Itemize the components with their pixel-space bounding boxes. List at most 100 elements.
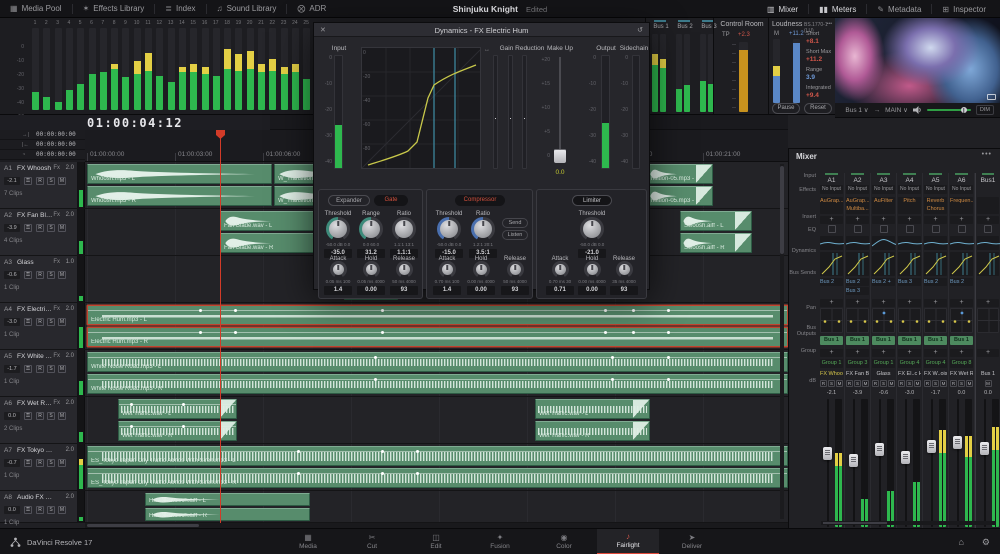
strip-add-send-button[interactable]: +: [872, 299, 895, 307]
track-lock-icon[interactable]: ⚿: [24, 459, 32, 467]
strip-add-effect-button[interactable]: +: [872, 216, 895, 224]
audio-clip[interactable]: Electric Hum.mp3 - R: [87, 327, 788, 347]
audio-clip[interactable]: Electric Hum.mp3 - L: [87, 305, 788, 325]
loudness-options-icon[interactable]: •••: [827, 21, 832, 27]
strip-bus-sends[interactable]: [977, 278, 999, 296]
track-solo-button[interactable]: S: [47, 412, 55, 420]
strip-insert-toggle[interactable]: [924, 225, 947, 234]
strip-fader-handle[interactable]: [953, 436, 962, 449]
strip-add-output-button[interactable]: +: [872, 349, 895, 357]
audio-clip[interactable]: White Noise Road.mp3 - R: [87, 374, 788, 394]
track-header-a2[interactable]: A2FX Fan BladeFx2.0-3.9⚿RSM4 Clips: [0, 209, 78, 255]
monitor-volume-slider[interactable]: [927, 109, 971, 111]
strip-record-button[interactable]: R: [950, 380, 957, 387]
strip-pan-control[interactable]: [950, 308, 973, 333]
automation-point[interactable]: [381, 472, 384, 475]
track-mute-button[interactable]: M: [58, 271, 66, 279]
reset-icon[interactable]: ↺: [637, 26, 643, 34]
strip-pan-control[interactable]: [898, 308, 921, 333]
panel-toggle-mixer[interactable]: ▥Mixer: [757, 0, 808, 18]
strip-eq-thumbnail[interactable]: [846, 236, 869, 250]
track-header-a5[interactable]: A5FX White NoiseFx2.0-1.7⚿RSM1 Clip: [0, 350, 78, 396]
track-header-a4[interactable]: A4FX Electric HumFx2.0-3.0⚿RSM1 Clip: [0, 303, 78, 349]
strip-dynamics-thumbnail[interactable]: [950, 252, 973, 276]
strip-mute-button[interactable]: M: [888, 380, 895, 387]
strip-dynamics-thumbnail[interactable]: [846, 252, 869, 276]
gate-tab[interactable]: Gate: [374, 195, 408, 206]
strip-bus-output[interactable]: Bus 1: [872, 336, 895, 345]
strip-effects[interactable]: [977, 197, 999, 214]
strip-insert-toggle[interactable]: [872, 225, 895, 234]
toolbar-button-adr[interactable]: ⨂ADR: [287, 0, 336, 18]
track-mute-button[interactable]: M: [58, 412, 66, 420]
strip-bus-sends[interactable]: Bus 2 +: [872, 278, 895, 296]
gate-hold-knob[interactable]: [366, 264, 377, 275]
strip-pan-control[interactable]: [872, 308, 895, 333]
automation-point[interactable]: [416, 472, 419, 475]
strip-eq-thumbnail[interactable]: [898, 236, 921, 250]
fade-out-handle[interactable]: [220, 400, 236, 418]
automation-point[interactable]: [667, 331, 670, 334]
strip-insert-toggle[interactable]: [898, 225, 921, 234]
strip-bus-sends[interactable]: Bus 2Bus 3: [846, 278, 869, 296]
strip-bus-output[interactable]: Bus 1: [820, 336, 843, 345]
limiter-release-knob[interactable]: [619, 264, 630, 275]
strip-add-send-button[interactable]: +: [924, 299, 947, 307]
strip-input[interactable]: No Input: [820, 185, 843, 194]
automation-point[interactable]: [374, 378, 377, 381]
strip-add-effect-button[interactable]: +: [950, 216, 973, 224]
track-solo-button[interactable]: S: [47, 224, 55, 232]
gate-hold-value[interactable]: 0.00: [357, 286, 385, 295]
strip-add-effect-button[interactable]: +: [846, 216, 869, 224]
strip-dynamics-thumbnail[interactable]: [898, 252, 921, 276]
strip-pan-control[interactable]: [924, 308, 947, 333]
expand-viewer-icon[interactable]: [987, 94, 996, 100]
limiter-hold-knob[interactable]: [587, 264, 598, 275]
strip-add-send-button[interactable]: +: [820, 299, 843, 307]
strip-add-send-button[interactable]: +: [977, 299, 999, 307]
track-record-button[interactable]: R: [36, 459, 44, 467]
strip-group[interactable]: Group 8: [950, 359, 973, 368]
mixer-strip-a4[interactable]: A4No InputPitch+Bus 3+ Bus 1+Group 4FX E…: [897, 173, 923, 528]
strip-solo-button[interactable]: S: [854, 380, 861, 387]
track-lock-icon[interactable]: ⚿: [24, 412, 32, 420]
panel-toggle-inspector[interactable]: ⊞Inspector: [932, 0, 996, 18]
audio-clip[interactable]: White Noise Road.mp3 - L: [87, 352, 788, 372]
strip-add-send-button[interactable]: +: [846, 299, 869, 307]
strip-eq-thumbnail[interactable]: [872, 236, 895, 250]
audio-clip[interactable]: Swoosh.aiff - R: [680, 233, 752, 253]
limiter-hold-value[interactable]: 0.00: [578, 286, 606, 295]
strip-solo-button[interactable]: S: [880, 380, 887, 387]
limiter-attack-value[interactable]: 0.71: [546, 286, 574, 295]
monitor-bus-select[interactable]: Bus 1 ∨: [845, 106, 868, 114]
gate-attack-value[interactable]: 1.4: [324, 286, 352, 295]
track-mute-button[interactable]: M: [58, 177, 66, 185]
strip-bus-output[interactable]: Bus 1: [950, 336, 973, 345]
track-mute-button[interactable]: M: [58, 506, 66, 514]
dynamics-dialog-titlebar[interactable]: ✕ Dynamics - FX Electric Hum ↺: [314, 23, 649, 37]
strip-eq-thumbnail[interactable]: [977, 236, 999, 250]
gate-release-value[interactable]: 93: [390, 286, 418, 295]
listen-button[interactable]: Listen: [502, 230, 528, 240]
strip-mute-button[interactable]: M: [836, 380, 843, 387]
mixer-strip-a1[interactable]: A1No InputAuGrap...+Bus 2+ Bus 1+Group 1…: [819, 173, 845, 528]
limiter-release-value[interactable]: 93: [610, 286, 638, 295]
gate-attack-knob[interactable]: [333, 264, 344, 275]
track-mute-button[interactable]: M: [58, 318, 66, 326]
track-header-a8[interactable]: A8Audio FX Hawk Sc..2.00.0⚿RSM1 Clip: [0, 491, 78, 522]
strip-bus-sends[interactable]: Bus 2: [820, 278, 843, 296]
strip-record-button[interactable]: R: [872, 380, 879, 387]
compressor-hold-knob[interactable]: [476, 264, 487, 275]
fade-out-handle[interactable]: [633, 400, 649, 418]
compressor-attack-knob[interactable]: [442, 264, 453, 275]
strip-effects[interactable]: AuGrap...Multiba...: [846, 197, 869, 214]
strip-add-output-button[interactable]: +: [898, 349, 921, 357]
track-header-a7[interactable]: A7FX Tokyo Street2.0-0.7⚿RSM1 Clip: [0, 444, 78, 490]
timecode-field[interactable]: →|00:00:00:00: [0, 130, 85, 140]
limiter-attack-knob[interactable]: [555, 264, 566, 275]
strip-add-output-button[interactable]: +: [820, 349, 843, 357]
pause-button[interactable]: Pause: [772, 103, 800, 114]
timecode-field[interactable]: ◔00:00:00:00: [0, 150, 85, 160]
strip-pan-control[interactable]: [977, 308, 999, 333]
strip-mute-button[interactable]: M: [985, 380, 992, 387]
